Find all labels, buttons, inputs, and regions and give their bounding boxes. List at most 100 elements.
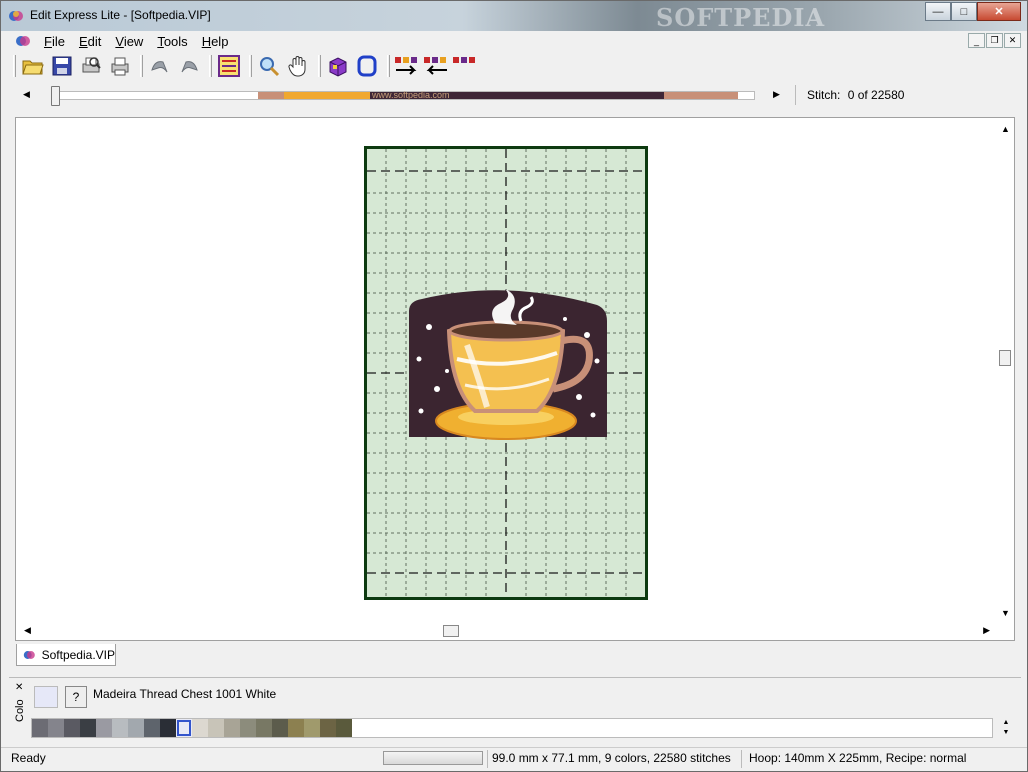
status-progress-bar (383, 751, 483, 765)
color-sequence-icon (218, 55, 240, 77)
palette-swatch[interactable] (112, 719, 128, 737)
status-hoop: Hoop: 140mm X 225mm, Recipe: normal (749, 751, 967, 765)
print-preview-icon (82, 57, 101, 73)
palette-up-icon[interactable]: ▲ (999, 718, 1013, 728)
title-bar[interactable]: Edit Express Lite - [Softpedia.VIP] SOFT… (1, 1, 1027, 32)
status-ready: Ready (11, 751, 46, 765)
move-color-backward-button[interactable] (423, 53, 449, 79)
palette-swatch[interactable] (272, 719, 288, 737)
palette-swatch[interactable] (336, 719, 352, 737)
color-panel-side: ✕ Colo (13, 682, 27, 740)
zoom-icon (260, 57, 280, 77)
palette-swatch[interactable] (128, 719, 144, 737)
scroll-down-arrow-icon[interactable]: ▼ (1001, 608, 1010, 618)
zoom-button[interactable] (256, 53, 282, 79)
color-segment (284, 92, 370, 99)
palette-swatch[interactable] (160, 719, 176, 737)
open-button[interactable] (20, 53, 46, 79)
palette-swatch[interactable] (64, 719, 80, 737)
palette-swatch[interactable] (192, 719, 208, 737)
save-button[interactable] (49, 53, 75, 79)
undo-button[interactable] (147, 53, 173, 79)
print-button[interactable] (107, 53, 133, 79)
vertical-scroll-thumb[interactable] (999, 350, 1011, 366)
document-logo-icon[interactable] (15, 33, 31, 49)
palette-swatch[interactable] (256, 719, 272, 737)
color-sequence-button[interactable] (216, 53, 242, 79)
status-bar: Ready 99.0 mm x 77.1 mm, 9 colors, 22580… (1, 747, 1027, 771)
palette-swatch[interactable] (144, 719, 160, 737)
scroll-up-arrow-icon[interactable]: ▲ (1001, 124, 1010, 134)
move-color-forward-button[interactable] (394, 53, 420, 79)
separator (741, 750, 742, 768)
vertical-scrollbar[interactable]: ▲ ▼ (997, 118, 1014, 624)
design-canvas[interactable]: ▲ ▼ ◀ ▶ (15, 117, 1015, 641)
palette-swatch[interactable] (240, 719, 256, 737)
palette-swatch[interactable] (224, 719, 240, 737)
hoop-area (364, 146, 648, 600)
menu-file[interactable]: File (37, 34, 72, 49)
color-blocks-button[interactable] (452, 53, 478, 79)
menu-help[interactable]: Help (195, 34, 236, 49)
stitch-label: Stitch: (807, 88, 841, 102)
palette-swatch[interactable] (304, 719, 320, 737)
slider-left-arrow-icon[interactable]: ◀ (23, 89, 30, 100)
maximize-button[interactable]: □ (951, 2, 977, 21)
slider-right-arrow-icon[interactable]: ▶ (773, 89, 780, 100)
palette-swatch[interactable] (48, 719, 64, 737)
color-segment (664, 92, 738, 99)
close-panel-icon[interactable]: ✕ (15, 682, 23, 693)
close-button[interactable]: ✕ (977, 2, 1021, 21)
palette-swatch[interactable] (96, 719, 112, 737)
pan-button[interactable] (285, 53, 311, 79)
menu-tools[interactable]: Tools (150, 34, 194, 49)
hoop-button[interactable] (354, 53, 380, 79)
3d-view-button[interactable] (325, 53, 351, 79)
scroll-right-arrow-icon[interactable]: ▶ (983, 625, 990, 636)
document-tab[interactable]: Softpedia.VIP (16, 644, 116, 666)
scroll-left-arrow-icon[interactable]: ◀ (24, 625, 31, 636)
status-dimensions: 99.0 mm x 77.1 mm, 9 colors, 22580 stitc… (492, 751, 731, 765)
color-blocks-icon (453, 57, 475, 63)
mdi-close-button[interactable]: ✕ (1004, 33, 1021, 48)
menu-edit[interactable]: Edit (72, 34, 108, 49)
redo-button[interactable] (176, 53, 202, 79)
document-logo-icon (23, 650, 35, 659)
horizontal-scrollbar[interactable]: ◀ ▶ (16, 623, 998, 640)
stitch-slider-thumb[interactable] (51, 86, 60, 106)
stitch-counter: Stitch: 0 of 22580 (807, 88, 904, 102)
thread-help-button[interactable]: ? (65, 686, 87, 708)
palette-down-icon[interactable]: ▼ (999, 728, 1013, 738)
undo-icon (151, 61, 168, 73)
mdi-controls: _ ❐ ✕ (968, 33, 1021, 48)
toolbar-grip[interactable] (13, 55, 16, 77)
palette-swatch[interactable] (320, 719, 336, 737)
current-color-swatch[interactable] (34, 686, 58, 708)
print-preview-button[interactable] (78, 53, 104, 79)
horizontal-scroll-thumb[interactable] (443, 625, 459, 637)
menu-view[interactable]: View (108, 34, 150, 49)
stitch-slider[interactable]: www.softpedia.com (53, 90, 755, 100)
palette-swatch[interactable] (176, 719, 192, 737)
menu-bar: File Edit View Tools Help _ ❐ ✕ (9, 31, 1021, 51)
move-color-backward-icon (424, 57, 447, 75)
palette-swatch[interactable] (32, 719, 48, 737)
palette-swatch[interactable] (80, 719, 96, 737)
redo-icon (181, 61, 198, 73)
palette-swatch[interactable] (208, 719, 224, 737)
minimize-button[interactable]: — (925, 2, 951, 21)
palette-swatch[interactable] (288, 719, 304, 737)
save-icon (52, 56, 72, 76)
palette-spinner[interactable]: ▲ ▼ (999, 718, 1013, 738)
color-segment (258, 92, 284, 99)
document-tab-label: Softpedia.VIP (41, 647, 115, 662)
mdi-minimize-button[interactable]: _ (968, 33, 985, 48)
separator (487, 750, 488, 768)
window-title: Edit Express Lite - [Softpedia.VIP] (30, 8, 211, 22)
stitch-slider-row: ◀ www.softpedia.com ▶ Stitch: 0 of 22580 (9, 83, 1021, 107)
thread-palette[interactable] (31, 718, 993, 738)
3d-box-icon (329, 57, 347, 77)
move-color-forward-icon (395, 57, 417, 75)
mdi-restore-button[interactable]: ❐ (986, 33, 1003, 48)
stitch-value: 0 of 22580 (847, 88, 905, 102)
